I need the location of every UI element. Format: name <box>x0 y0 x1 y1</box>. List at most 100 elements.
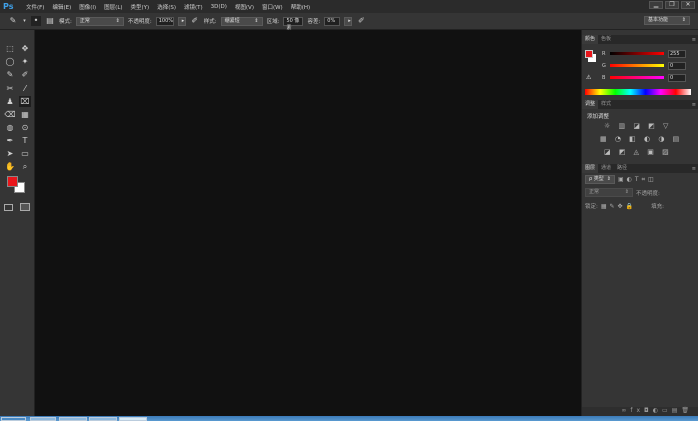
minimize-button[interactable]: ▁ <box>649 1 663 9</box>
quick-mask-icon[interactable] <box>4 204 13 211</box>
pressure-size-icon[interactable]: ✐ <box>356 16 366 26</box>
panel-menu-icon[interactable]: ≡ <box>692 102 696 108</box>
tolerance-input[interactable]: 0% <box>324 16 341 26</box>
move-tool-icon[interactable]: ✥ <box>19 43 31 54</box>
color-fg-swatch[interactable] <box>585 50 593 58</box>
menu-3d[interactable]: 3D(D) <box>207 4 231 10</box>
brush-preset-icon[interactable]: • <box>31 16 41 26</box>
canvas-area[interactable] <box>35 30 581 416</box>
lock-label: 锁定: <box>585 204 598 210</box>
menu-type[interactable]: 类型(Y) <box>127 3 154 11</box>
dodge-tool-icon[interactable]: ⊙ <box>19 122 31 133</box>
taskbar-item[interactable] <box>89 417 117 421</box>
style-label: 样式: <box>203 19 217 25</box>
clone-stamp-tool-icon[interactable]: ♟ <box>4 96 16 107</box>
tab-layers[interactable]: 图层 <box>582 164 599 173</box>
blend-value: 正常 <box>589 189 600 195</box>
menu-filter[interactable]: 滤镜(T) <box>180 3 207 11</box>
panel-menu-icon[interactable]: ≡ <box>692 166 696 172</box>
adjustment-icons-row-1[interactable]: ☼ ▥ ◪ ◩ ▽ <box>604 122 671 130</box>
shape-tool-icon[interactable]: ▭ <box>19 148 31 159</box>
menu-select[interactable]: 选择(S) <box>153 3 180 11</box>
opacity-dropdown[interactable]: ▸ <box>177 16 186 26</box>
taskbar-item[interactable] <box>59 417 87 421</box>
taskbar-item-photoshop[interactable] <box>119 417 147 421</box>
art-history-brush-icon[interactable]: ✎ <box>8 16 18 26</box>
hand-tool-icon[interactable]: ✋ <box>4 161 16 172</box>
workspace-select[interactable]: 基本功能 ⇕ <box>644 16 690 25</box>
menu-edit[interactable]: 编辑(E) <box>48 3 75 11</box>
window-controls: ▁ ❐ ✕ <box>649 1 695 9</box>
restore-button[interactable]: ❐ <box>665 1 679 9</box>
quick-select-tool-icon[interactable]: ✦ <box>19 56 31 67</box>
path-select-tool-icon[interactable]: ➤ <box>4 148 16 159</box>
gamut-warning-icon[interactable]: ⚠ <box>586 74 591 81</box>
panel-menu-icon[interactable]: ≡ <box>692 37 696 43</box>
type-tool-icon[interactable]: T <box>19 135 31 146</box>
tab-adjustments[interactable]: 调整 <box>582 100 599 109</box>
lock-icons[interactable]: ▦✎✥🔒 <box>601 203 636 210</box>
area-input[interactable]: 50 像素 <box>283 16 304 31</box>
taskbar-item[interactable] <box>30 417 56 421</box>
adjustment-icons-row-2[interactable]: ▦ ◔ ◧ ◐ ◑ ▤ <box>600 135 682 143</box>
start-button[interactable] <box>1 417 26 421</box>
blend-mode-select[interactable]: 正常 ⇕ <box>585 188 633 197</box>
adjustment-icons-row-3[interactable]: ◪ ◩ ◬ ▣ ▨ <box>604 148 672 156</box>
opacity-input[interactable]: 100% <box>155 16 174 26</box>
close-button[interactable]: ✕ <box>681 1 695 9</box>
tab-styles[interactable]: 样式 <box>598 100 614 109</box>
marquee-tool-icon[interactable]: ⬚ <box>4 43 16 54</box>
mode-select[interactable]: 正常 ⇕ <box>75 16 124 26</box>
menu-help[interactable]: 帮助(H) <box>287 3 314 11</box>
b-slider[interactable] <box>610 76 664 79</box>
crop-tool-icon[interactable]: ✎ <box>4 69 16 80</box>
opacity-label: 不透明度: <box>127 19 152 25</box>
g-slider[interactable] <box>610 64 664 67</box>
color-spectrum-bar[interactable] <box>585 89 691 95</box>
tolerance-dropdown[interactable]: ▸ <box>344 16 353 26</box>
eyedropper-tool-icon[interactable]: ✐ <box>19 69 31 80</box>
r-slider[interactable] <box>610 52 664 55</box>
right-panels: 颜色 色板 ≡ R 255 G 0 B 0 ⚠ 调整 样式 ≡ 添加调整 ☼ ▥… <box>581 30 698 416</box>
eraser-tool-icon[interactable]: ⌫ <box>4 109 16 120</box>
menu-file[interactable]: 文件(F) <box>22 3 48 11</box>
layers-footer-buttons[interactable]: ∞fx◘◐▭▤🗑 <box>582 407 698 416</box>
pen-tool-icon[interactable]: ✒ <box>4 135 16 146</box>
area-label: 区域: <box>266 19 280 25</box>
style-select[interactable]: 绷紧短 ⇕ <box>220 16 263 26</box>
mode-label: 模式: <box>59 19 72 25</box>
blur-tool-icon[interactable]: ◍ <box>4 122 16 133</box>
adjustments-panel-tabs: 调整 样式 ≡ <box>582 100 698 109</box>
b-value[interactable]: 0 <box>668 74 686 82</box>
fill-label: 填充: <box>651 204 664 210</box>
menu-view[interactable]: 视图(V) <box>231 3 258 11</box>
layer-filter-icons[interactable]: ▣◐T⌗◫ <box>618 176 657 184</box>
tab-color[interactable]: 颜色 <box>582 35 599 44</box>
brush-tool-icon[interactable]: ⁄ <box>19 83 31 94</box>
zoom-tool-icon[interactable]: ⌕ <box>19 161 31 172</box>
tolerance-label: 容差: <box>307 19 321 25</box>
lasso-tool-icon[interactable]: ◯ <box>4 56 16 67</box>
tab-paths[interactable]: 路径 <box>614 164 630 173</box>
tools-panel: ⬚ ✥ ◯ ✦ ✎ ✐ ✂ ⁄ ♟ ⌧ ⌫ ▦ ◍ ⊙ ✒ T ➤ ▭ ✋ ⌕ <box>0 30 35 416</box>
healing-brush-tool-icon[interactable]: ✂ <box>4 83 16 94</box>
tab-swatches[interactable]: 色板 <box>598 35 614 44</box>
pressure-opacity-icon[interactable]: ✐ <box>190 16 200 26</box>
screen-mode-icon[interactable] <box>20 203 30 211</box>
history-brush-tool-icon[interactable]: ⌧ <box>19 96 31 107</box>
g-value[interactable]: 0 <box>668 62 686 70</box>
r-label: R <box>602 51 606 57</box>
gradient-tool-icon[interactable]: ▦ <box>19 109 31 120</box>
chevron-down-icon[interactable]: ▾ <box>22 16 27 26</box>
menu-layer[interactable]: 图层(L) <box>100 3 126 11</box>
menu-window[interactable]: 窗口(W) <box>258 3 287 11</box>
tab-channels[interactable]: 通道 <box>598 164 614 173</box>
brush-panel-icon[interactable]: ▤ <box>45 16 55 26</box>
menu-bar: Ps 文件(F) 编辑(E) 图像(I) 图层(L) 类型(Y) 选择(S) 滤… <box>0 0 698 13</box>
foreground-color-swatch[interactable] <box>7 176 18 187</box>
add-adjustment-title: 添加调整 <box>587 114 610 120</box>
menu-image[interactable]: 图像(I) <box>75 3 100 11</box>
r-value[interactable]: 255 <box>668 50 686 58</box>
g-label: G <box>602 63 606 69</box>
layer-kind-filter[interactable]: ρ 类型 ⇕ <box>585 175 615 184</box>
